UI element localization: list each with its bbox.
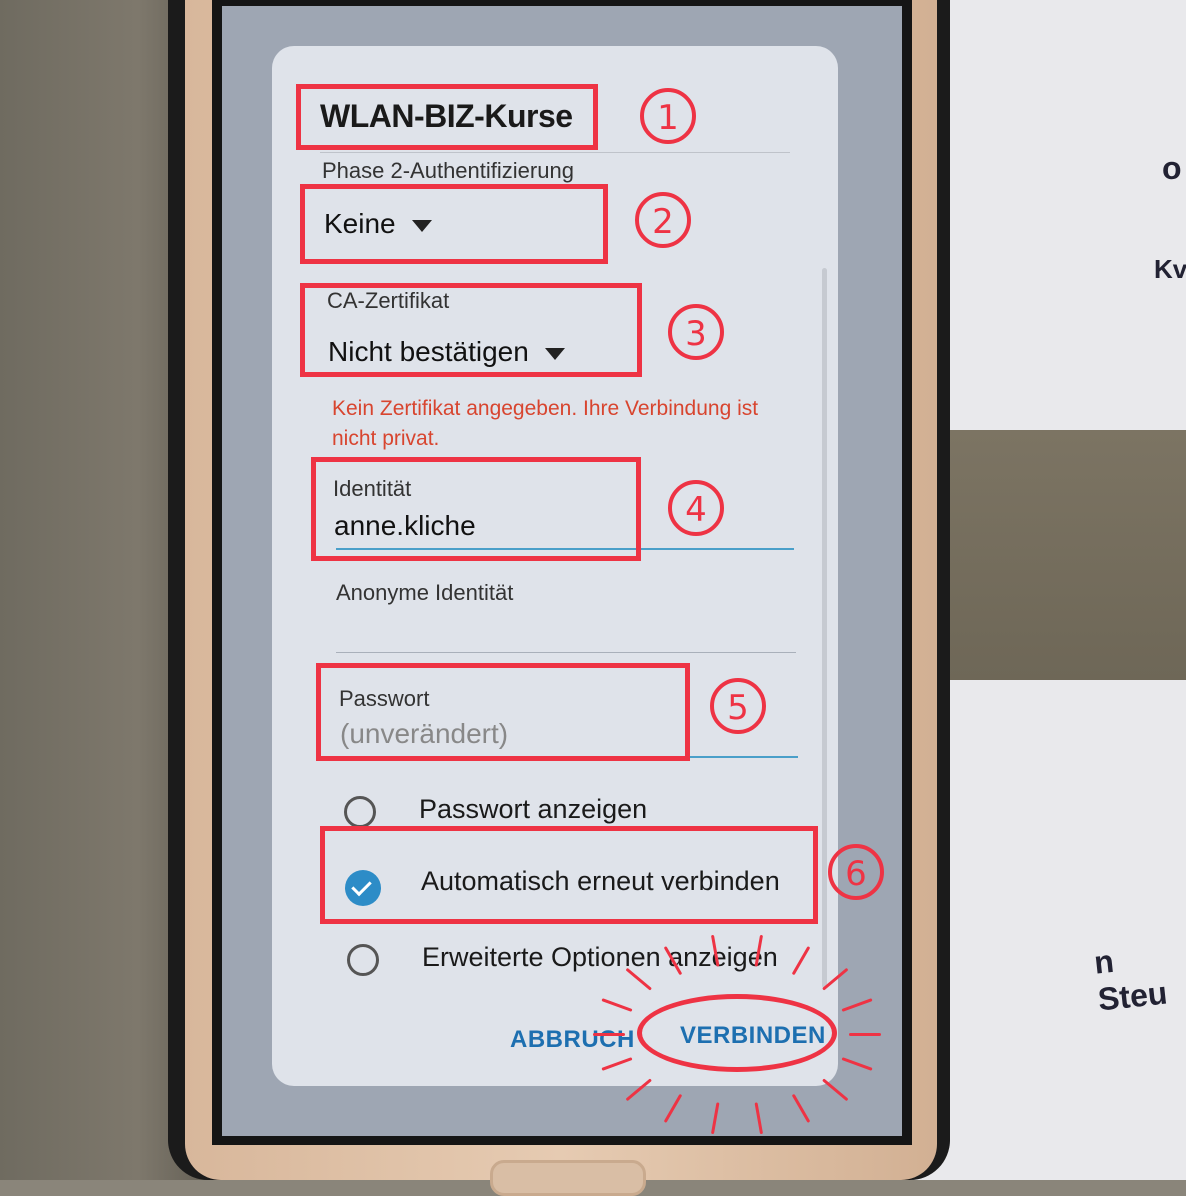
annotation-box-3	[300, 283, 642, 377]
advanced-options-label[interactable]: Erweiterte Optionen anzeigen	[422, 942, 778, 973]
paper-text: Kv	[1154, 254, 1186, 284]
annotation-highlight-oval	[637, 994, 837, 1072]
annotation-box-6	[320, 826, 818, 924]
annotation-number-5: 5	[710, 678, 766, 734]
annotation-number-3: 3	[668, 304, 724, 360]
anon-identity-label: Anonyme Identität	[336, 580, 514, 605]
show-password-checkbox[interactable]	[344, 796, 376, 828]
annotation-box-4	[311, 457, 641, 561]
phase2-label: Phase 2-Authentifizierung	[322, 158, 574, 183]
cancel-button[interactable]: ABBRUCH	[510, 1026, 635, 1054]
background-leather-strap	[940, 430, 1186, 680]
divider	[320, 152, 790, 153]
certificate-warning: Kein Zertifikat angegeben. Ihre Verbindu…	[332, 397, 759, 450]
show-password-label[interactable]: Passwort anzeigen	[419, 794, 647, 825]
annotation-number-1: 1	[640, 88, 696, 144]
annotation-ray	[849, 1033, 881, 1036]
advanced-options-checkbox[interactable]	[347, 944, 379, 976]
anon-identity-underline	[336, 652, 796, 653]
paper-text: n Steu	[1092, 942, 1169, 1018]
anon-identity-input[interactable]	[336, 614, 792, 648]
paper-text: o	[1162, 150, 1182, 186]
scrollbar[interactable]	[822, 268, 827, 988]
annotation-number-4: 4	[668, 480, 724, 536]
annotation-box-2	[300, 184, 608, 264]
annotation-box-5	[316, 663, 690, 761]
annotation-number-2: 2	[635, 192, 691, 248]
annotation-ray	[593, 1033, 625, 1036]
annotation-number-6: 6	[828, 844, 884, 900]
annotation-box-1	[296, 84, 598, 150]
home-button[interactable]	[490, 1160, 646, 1196]
